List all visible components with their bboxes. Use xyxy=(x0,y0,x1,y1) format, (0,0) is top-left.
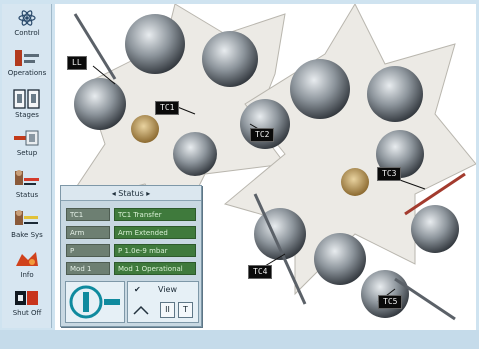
sidebar-item-stages[interactable]: Stages xyxy=(5,88,49,126)
sidebar: Control Operations Stages Setup Status B… xyxy=(2,4,52,328)
logo-panel xyxy=(65,281,125,323)
sidebar-item-label: Info xyxy=(20,271,34,279)
row-name: P xyxy=(66,244,110,257)
sample-icon xyxy=(16,252,38,266)
sidebar-item-info[interactable]: Info xyxy=(5,248,49,286)
heater-icon xyxy=(15,210,38,225)
row-value: TC1 Transfer xyxy=(114,208,196,221)
chamber-tag-tc2[interactable]: TC2 xyxy=(250,128,275,142)
chamber-tag-tc1[interactable]: TC1 xyxy=(155,101,180,115)
status-row: P P 1.0e-9 mbar xyxy=(66,244,196,259)
pump-icon xyxy=(14,130,39,146)
status-bar xyxy=(0,330,479,349)
arrows-icon[interactable] xyxy=(132,304,150,318)
row-value: Arm Extended xyxy=(114,226,196,239)
atom-icon xyxy=(18,10,36,26)
pause-button[interactable]: II xyxy=(160,302,175,318)
sidebar-item-setup[interactable]: Setup xyxy=(5,128,49,166)
sidebar-item-label: Setup xyxy=(16,149,38,157)
row-value: P 1.0e-9 mbar xyxy=(114,244,196,257)
chamber-tag-tc3[interactable]: TC3 xyxy=(377,167,402,181)
sidebar-item-label: Operations xyxy=(7,69,47,77)
app-window: Control Operations Stages Setup Status B… xyxy=(0,0,479,349)
panel-title: ◂ Status ▸ xyxy=(61,186,201,201)
sidebar-item-label: Bake Sys xyxy=(11,231,43,239)
sidebar-item-status[interactable]: Status xyxy=(5,168,49,206)
sidebar-item-label: Control xyxy=(14,29,40,37)
chamber-tag-ll[interactable]: LL xyxy=(67,56,87,70)
row-name: Arm xyxy=(66,226,110,239)
row-name: TC1 xyxy=(66,208,110,221)
view-label[interactable]: View xyxy=(158,285,177,294)
row-value: Mod 1 Operational xyxy=(114,262,196,275)
status-row: Arm Arm Extended xyxy=(66,226,196,241)
sidebar-item-control[interactable]: Control xyxy=(5,8,49,46)
status-row: TC1 TC1 Transfer xyxy=(66,208,196,223)
stop-button[interactable]: T xyxy=(178,302,193,318)
company-logo-icon xyxy=(69,285,120,319)
chamber-tag-tc4[interactable]: TC4 xyxy=(248,265,273,279)
wrench-icon xyxy=(15,50,39,66)
sidebar-item-shutoff[interactable]: Shut Off xyxy=(5,288,49,326)
chamber-tag-tc5[interactable]: TC5 xyxy=(378,295,403,309)
exit-icon xyxy=(15,291,38,305)
valves-icon xyxy=(13,89,40,109)
status-panel: ◂ Status ▸ TC1 TC1 Transfer Arm Arm Exte… xyxy=(60,185,202,327)
sidebar-item-label: Shut Off xyxy=(12,309,42,317)
sidebar-item-operations[interactable]: Operations xyxy=(5,48,49,86)
row-name: Mod 1 xyxy=(66,262,110,275)
sidebar-item-label: Stages xyxy=(15,111,39,119)
gauge-icon xyxy=(15,170,39,185)
status-row: Mod 1 Mod 1 Operational xyxy=(66,262,196,277)
sidebar-item-label: Status xyxy=(15,191,39,199)
sidebar-item-bake[interactable]: Bake Sys xyxy=(5,208,49,246)
check-icon[interactable]: ✔ xyxy=(134,285,141,294)
control-box: ✔ View II T xyxy=(127,281,199,323)
